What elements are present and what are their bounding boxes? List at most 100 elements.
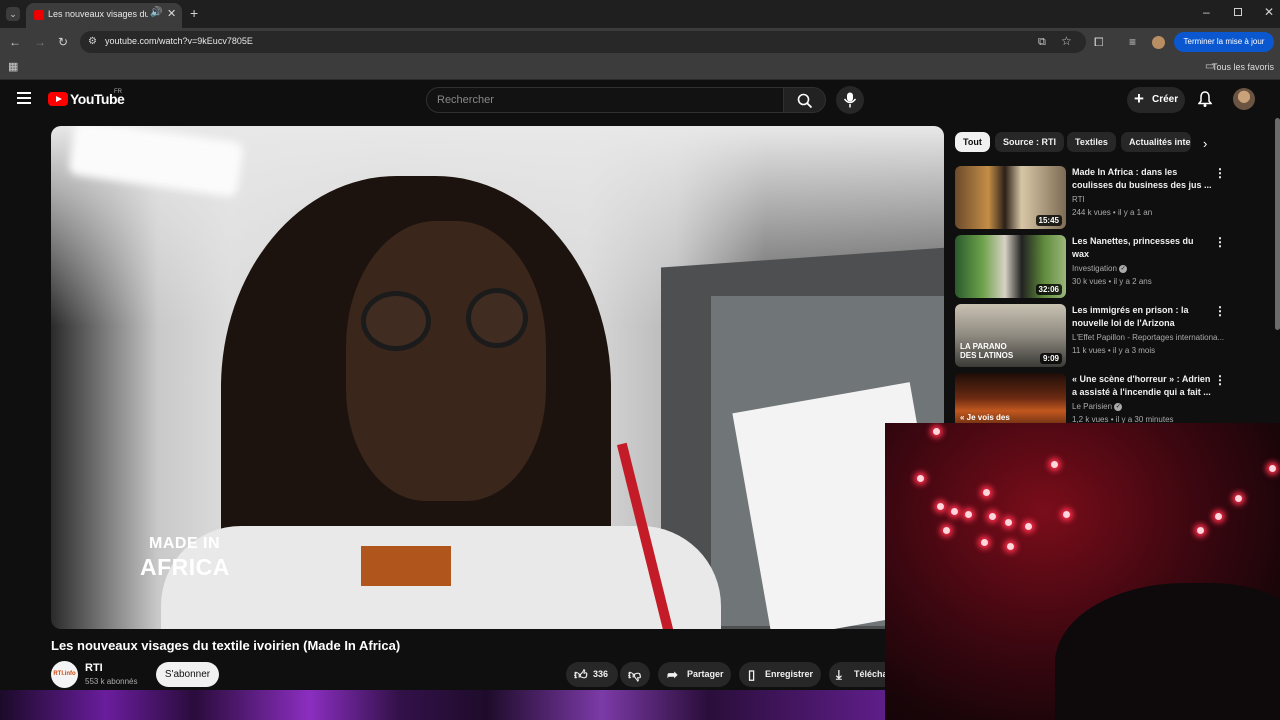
youtube-header: YouTube FR Rechercher + Créer <box>0 81 1280 119</box>
video-frame-collar <box>361 546 451 586</box>
picture-in-picture-window[interactable] <box>885 423 1280 720</box>
pip-light-spark <box>937 503 944 510</box>
save-button[interactable]: ▯ Enregistrer <box>739 662 821 687</box>
page-scrollbar[interactable] <box>1275 118 1280 330</box>
video-title[interactable]: Made In Africa : dans les coulisses du b… <box>1072 166 1212 192</box>
video-player[interactable]: MADE IN AFRICA <box>51 126 944 629</box>
channel-name[interactable]: Le Parisien ✓ <box>1072 402 1123 411</box>
close-window-icon[interactable]: ✕ <box>1264 6 1274 18</box>
site-info-icon[interactable]: ⚙ <box>88 36 97 48</box>
extensions-icon[interactable]: ⧠ <box>1094 36 1104 48</box>
install-app-icon[interactable]: ⧉ <box>1038 36 1046 48</box>
video-title[interactable]: « Une scène d'horreur » : Adrien a assis… <box>1072 373 1212 399</box>
profile-avatar[interactable] <box>1152 36 1165 49</box>
youtube-favicon-icon <box>34 10 44 20</box>
video-overlay-made-in: MADE IN <box>149 535 221 552</box>
search-input[interactable]: Rechercher <box>426 87 784 113</box>
dislike-button[interactable]: 👎︎ <box>620 662 650 687</box>
all-bookmarks-label[interactable]: Tous les favoris <box>1212 62 1274 72</box>
pip-light-spark <box>1269 465 1276 472</box>
video-thumbnail[interactable]: 32:06 <box>955 235 1066 298</box>
pip-light-spark <box>989 513 996 520</box>
like-count: 336 <box>593 669 609 679</box>
chip-international-news[interactable]: Actualités inte <box>1121 132 1191 152</box>
download-button[interactable]: ⤓ Téléchar <box>829 662 885 687</box>
pip-light-spark <box>1063 511 1070 518</box>
more-options-icon[interactable]: ⋮ <box>1214 374 1226 386</box>
video-title[interactable]: Les Nanettes, princesses du wax <box>1072 235 1212 261</box>
video-thumbnail[interactable]: 15:45 <box>955 166 1066 229</box>
more-options-icon[interactable]: ⋮ <box>1214 167 1226 179</box>
update-button[interactable]: Terminer la mise à jour <box>1174 32 1274 52</box>
bookmark-icon: ▯ <box>748 667 756 682</box>
recommended-video[interactable]: 32:06 Les Nanettes, princesses du wax In… <box>955 235 1226 298</box>
subscriber-count: 553 k abonnés <box>85 677 138 686</box>
save-label: Enregistrer <box>765 669 814 679</box>
recommended-video[interactable]: LA PARANO DES LATINOS 9:09 Les immigrés … <box>955 304 1226 367</box>
maximize-icon[interactable] <box>1234 8 1242 16</box>
pip-light-spark <box>1025 523 1032 530</box>
pip-light-spark <box>933 428 940 435</box>
video-meta: 11 k vues • il y a 3 mois <box>1072 346 1156 355</box>
browser-tab[interactable]: Les nouveaux visages du textile ivoirien… <box>26 3 182 28</box>
chips-next-icon[interactable]: › <box>1203 136 1207 151</box>
share-button[interactable]: ➦ Partager <box>658 662 731 687</box>
pip-frame-dark-shape <box>1055 583 1280 720</box>
apps-grid-icon[interactable]: ▦ <box>8 61 18 73</box>
tab-title: Les nouveaux visages du textile ivoirien <box>48 9 148 19</box>
bookmarks-bar: ▦ ▭ Tous les favoris <box>0 56 1280 80</box>
create-button[interactable]: + Créer <box>1127 87 1185 113</box>
video-overlay-africa: AFRICA <box>140 554 230 580</box>
menu-icon[interactable] <box>17 92 31 104</box>
pip-light-spark <box>981 539 988 546</box>
channel-name[interactable]: RTI <box>1072 195 1085 204</box>
create-label: Créer <box>1152 94 1179 105</box>
back-icon[interactable]: ← <box>9 36 21 48</box>
share-icon: ➦ <box>667 667 678 682</box>
download-label: Téléchar <box>854 669 885 679</box>
address-bar[interactable]: ⚙ youtube.com/watch?v=9kEucv7805E ⧉ ☆ <box>80 31 1086 53</box>
reading-list-icon[interactable]: ≡ <box>1129 36 1136 48</box>
forward-icon[interactable]: → <box>34 36 46 48</box>
youtube-logo-icon[interactable] <box>48 92 68 106</box>
microphone-icon <box>843 92 857 108</box>
like-button[interactable]: 👍︎ 336 <box>566 662 618 687</box>
search-button[interactable] <box>784 87 826 113</box>
user-avatar[interactable] <box>1233 88 1255 110</box>
recommended-video[interactable]: 15:45 Made In Africa : dans les coulisse… <box>955 166 1226 229</box>
reload-icon[interactable]: ↻ <box>58 36 68 48</box>
plus-icon: + <box>1134 89 1144 108</box>
channel-name[interactable]: RTI <box>85 662 103 674</box>
new-tab-icon[interactable]: + <box>190 6 198 20</box>
video-title[interactable]: Les immigrés en prison : la nouvelle loi… <box>1072 304 1212 330</box>
video-thumbnail[interactable]: LA PARANO DES LATINOS 9:09 <box>955 304 1066 367</box>
channel-name-text: Le Parisien <box>1072 402 1113 411</box>
ad-banner-strip <box>0 690 885 720</box>
subscribe-button[interactable]: S'abonner <box>156 662 219 687</box>
pip-light-spark <box>1051 461 1058 468</box>
thumbnail-text: « Je vois des <box>960 413 1010 422</box>
close-tab-icon[interactable]: ✕ <box>167 7 176 20</box>
minimize-icon[interactable]: – <box>1203 6 1210 18</box>
pip-light-spark <box>1005 519 1012 526</box>
voice-search-button[interactable] <box>836 86 864 114</box>
more-options-icon[interactable]: ⋮ <box>1214 305 1226 317</box>
video-title: Les nouveaux visages du textile ivoirien… <box>51 638 401 653</box>
bookmark-star-icon[interactable]: ☆ <box>1061 35 1072 47</box>
search-icon <box>797 93 813 109</box>
notifications-bell-icon[interactable] <box>1198 91 1212 107</box>
share-label: Partager <box>687 669 724 679</box>
chip-textiles[interactable]: Textiles <box>1067 132 1116 152</box>
audio-icon[interactable]: 🔊 <box>150 7 162 18</box>
video-duration: 32:06 <box>1035 284 1062 295</box>
chip-source-rti[interactable]: Source : RTI <box>995 132 1065 152</box>
tab-search-icon[interactable]: ⌄ <box>6 7 20 21</box>
video-duration: 15:45 <box>1035 215 1062 226</box>
chip-all[interactable]: Tout <box>955 132 990 152</box>
channel-name[interactable]: Investigation ✓ <box>1072 264 1128 273</box>
download-icon: ⤓ <box>836 667 842 682</box>
more-options-icon[interactable]: ⋮ <box>1214 236 1226 248</box>
video-duration: 9:09 <box>1039 353 1062 364</box>
channel-avatar[interactable]: RTI.info <box>51 661 78 688</box>
channel-name[interactable]: L'Effet Papillon - Reportages internatio… <box>1072 333 1224 342</box>
